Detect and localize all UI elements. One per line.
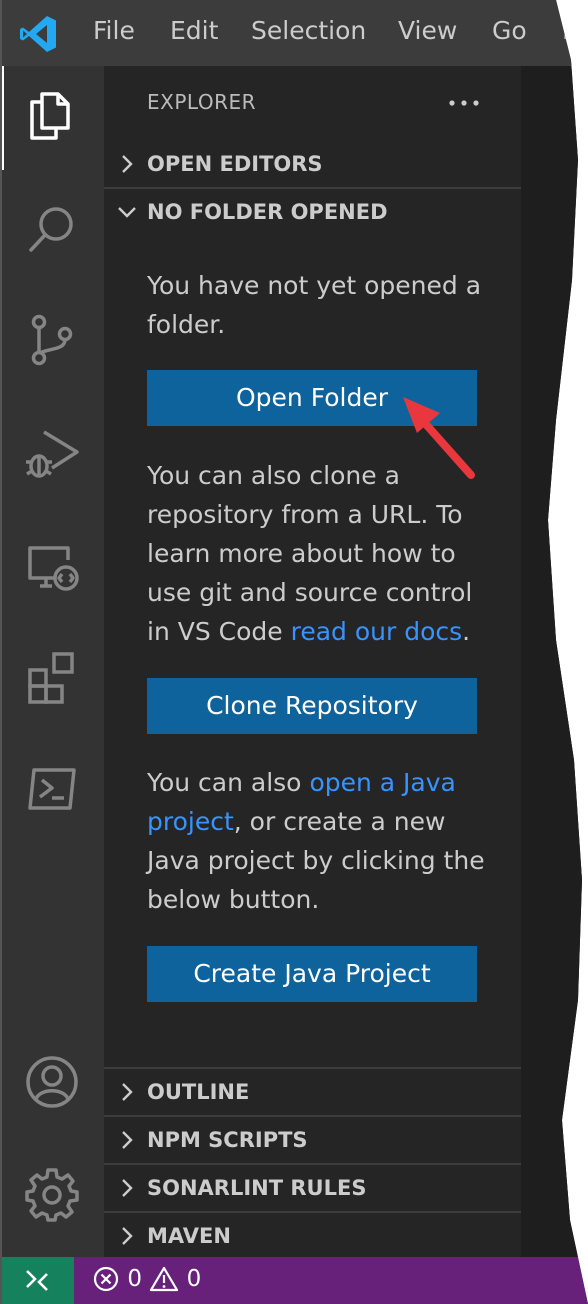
warning-icon bbox=[150, 1266, 179, 1292]
clone-text-end: . bbox=[462, 617, 471, 646]
section-sonarlint-rules[interactable]: SONARLINT RULES bbox=[104, 1165, 521, 1213]
section-label: MAVEN bbox=[147, 1224, 231, 1248]
section-outline[interactable]: OUTLINE bbox=[104, 1069, 521, 1117]
run-debug-icon[interactable] bbox=[22, 422, 82, 482]
menu-view[interactable]: View bbox=[398, 16, 457, 45]
clone-repository-button[interactable]: Clone Repository bbox=[147, 678, 477, 734]
section-label: NO FOLDER OPENED bbox=[147, 200, 388, 224]
no-folder-message: You have not yet opened a folder. bbox=[147, 271, 482, 339]
warning-count: 0 bbox=[186, 1266, 202, 1292]
chevron-right-icon bbox=[122, 1083, 133, 1101]
chevron-down-icon bbox=[118, 207, 136, 218]
section-no-folder-opened[interactable]: NO FOLDER OPENED bbox=[104, 189, 521, 237]
editor-area bbox=[521, 66, 588, 1257]
remote-indicator[interactable] bbox=[0, 1257, 74, 1304]
vscode-window: File Edit Selection View Go R EXPLORER O… bbox=[0, 0, 588, 1304]
chevron-right-icon bbox=[122, 1131, 133, 1149]
terminal-icon[interactable] bbox=[22, 760, 82, 820]
section-npm-scripts[interactable]: NPM SCRIPTS bbox=[104, 1117, 521, 1165]
settings-gear-icon[interactable] bbox=[22, 1164, 82, 1224]
activity-bar bbox=[0, 66, 104, 1257]
annotation-arrow-icon bbox=[403, 397, 475, 479]
more-actions-icon[interactable] bbox=[444, 88, 484, 118]
explorer-title: EXPLORER bbox=[147, 90, 256, 114]
section-label: OUTLINE bbox=[147, 1080, 250, 1104]
menu-selection[interactable]: Selection bbox=[251, 16, 366, 45]
extensions-icon[interactable] bbox=[22, 648, 82, 708]
source-control-icon[interactable] bbox=[22, 310, 82, 370]
menu-edit[interactable]: Edit bbox=[170, 16, 218, 45]
section-open-editors[interactable]: OPEN EDITORS bbox=[104, 141, 521, 189]
read-our-docs-link[interactable]: read our docs bbox=[291, 617, 463, 646]
remote-icon bbox=[26, 1270, 48, 1291]
section-label: SONARLINT RULES bbox=[147, 1176, 367, 1200]
java-message: You can also open a Java project, or cre… bbox=[147, 763, 487, 919]
menu-file[interactable]: File bbox=[93, 16, 135, 45]
chevron-right-icon bbox=[122, 155, 133, 173]
explorer-icon[interactable] bbox=[22, 86, 82, 146]
explorer-sidebar: EXPLORER OPEN EDITORS NO FOLDER OPENED Y… bbox=[104, 66, 521, 1257]
chevron-right-icon bbox=[122, 1227, 133, 1245]
menu-go[interactable]: Go bbox=[492, 16, 527, 45]
problems-indicator[interactable]: 0 0 bbox=[92, 1265, 201, 1297]
title-bar: File Edit Selection View Go R bbox=[0, 0, 588, 66]
menu-run[interactable]: R bbox=[562, 16, 579, 45]
account-icon[interactable] bbox=[22, 1052, 82, 1112]
section-maven[interactable]: MAVEN bbox=[104, 1213, 521, 1261]
window-border bbox=[0, 0, 2, 1304]
section-label: OPEN EDITORS bbox=[147, 152, 323, 176]
status-bar: 0 0 bbox=[0, 1257, 588, 1304]
section-label: NPM SCRIPTS bbox=[147, 1128, 308, 1152]
chevron-right-icon bbox=[122, 1179, 133, 1197]
error-count: 0 bbox=[127, 1266, 142, 1292]
create-java-project-button[interactable]: Create Java Project bbox=[147, 946, 477, 1002]
error-icon bbox=[93, 1266, 119, 1292]
vscode-logo-icon bbox=[20, 16, 56, 52]
remote-explorer-icon[interactable] bbox=[22, 538, 82, 598]
search-icon[interactable] bbox=[22, 200, 82, 260]
java-text: You can also bbox=[147, 768, 310, 797]
